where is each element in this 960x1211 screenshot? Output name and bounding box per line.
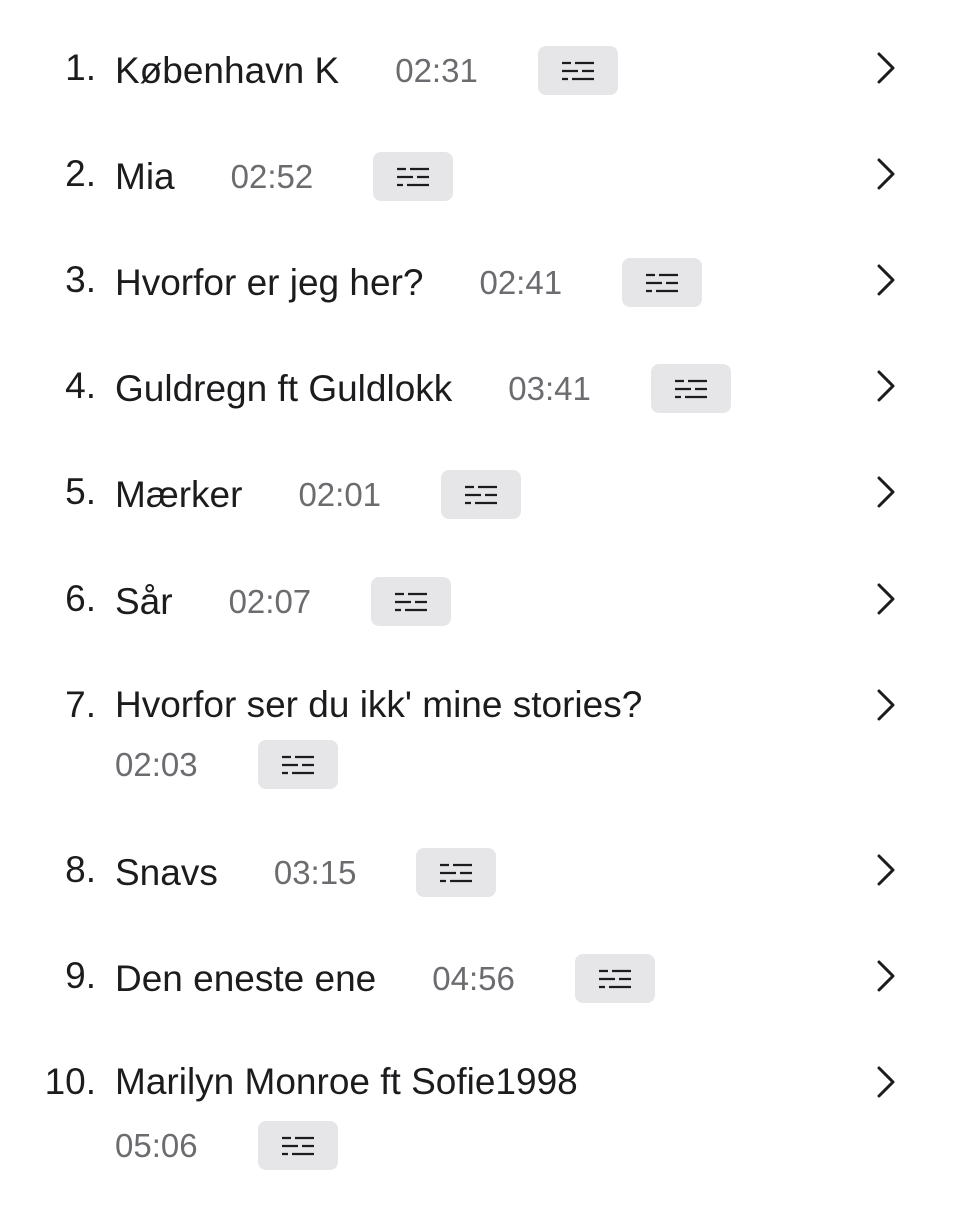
track-number: 3. (65, 259, 96, 300)
lyrics-button[interactable] (257, 1121, 338, 1170)
track-title[interactable]: Mia (115, 155, 175, 199)
track-title[interactable]: Snavs (115, 851, 218, 895)
track-title[interactable]: Sår (115, 580, 173, 624)
track-duration: 02:07 (228, 582, 312, 620)
lyrics-lines-icon (397, 167, 430, 186)
chevron-right-icon[interactable] (868, 683, 904, 727)
lyrics-lines-icon (598, 969, 631, 988)
track-title[interactable]: Mærker (115, 473, 242, 517)
track-duration: 02:01 (298, 475, 382, 513)
track-number: 9. (65, 955, 96, 996)
lyrics-lines-icon (281, 1136, 314, 1155)
track-duration: 05:06 (115, 1126, 198, 1164)
track-list: 1. København K 02:31 2. Mia 02:52 3. Hvo… (0, 0, 960, 1211)
track-duration: 04:56 (432, 959, 515, 997)
track-duration: 02:41 (479, 263, 563, 301)
lyrics-button[interactable] (416, 848, 497, 897)
track-duration: 02:03 (115, 745, 198, 783)
track-number: 8. (65, 849, 96, 890)
chevron-right-icon[interactable] (868, 152, 904, 196)
lyrics-lines-icon (465, 485, 498, 504)
chevron-right-icon[interactable] (868, 46, 904, 90)
track-number: 10. (44, 1061, 96, 1102)
lyrics-lines-icon (561, 61, 594, 80)
track-title[interactable]: København K (115, 49, 339, 93)
lyrics-button[interactable] (441, 470, 522, 519)
track-title[interactable]: Hvorfor er jeg her? (115, 261, 423, 305)
track-number: 5. (65, 471, 96, 512)
track-number: 4. (65, 365, 96, 406)
track-duration: 03:15 (273, 853, 357, 891)
lyrics-button[interactable] (622, 258, 703, 307)
chevron-right-icon[interactable] (868, 954, 904, 998)
chevron-right-icon[interactable] (868, 364, 904, 408)
track-number: 6. (65, 578, 96, 619)
track-title[interactable]: Guldregn ft Guldlokk (115, 367, 452, 411)
chevron-right-icon[interactable] (868, 470, 904, 514)
lyrics-lines-icon (674, 379, 707, 398)
lyrics-lines-icon (395, 592, 428, 611)
track-title[interactable]: Hvorfor ser du ikk' mine stories? (115, 683, 642, 727)
chevron-right-icon[interactable] (868, 577, 904, 621)
lyrics-lines-icon (281, 755, 314, 774)
lyrics-button[interactable] (650, 364, 731, 413)
track-title[interactable]: Den eneste ene (115, 957, 376, 1001)
lyrics-lines-icon (646, 273, 679, 292)
lyrics-button[interactable] (537, 46, 618, 95)
lyrics-button[interactable] (257, 740, 338, 789)
lyrics-button[interactable] (574, 954, 655, 1003)
lyrics-lines-icon (440, 863, 473, 882)
lyrics-button[interactable] (371, 577, 452, 626)
track-duration: 02:31 (395, 51, 478, 89)
chevron-right-icon[interactable] (868, 1060, 904, 1104)
chevron-right-icon[interactable] (868, 258, 904, 302)
track-title[interactable]: Marilyn Monroe ft Sofie1998 (115, 1060, 578, 1104)
track-number: 2. (65, 153, 96, 194)
track-duration: 03:41 (508, 369, 591, 407)
track-number: 7. (65, 684, 96, 725)
track-duration: 02:52 (230, 157, 314, 195)
lyrics-button[interactable] (373, 152, 454, 201)
track-number: 1. (65, 47, 96, 88)
chevron-right-icon[interactable] (868, 848, 904, 892)
